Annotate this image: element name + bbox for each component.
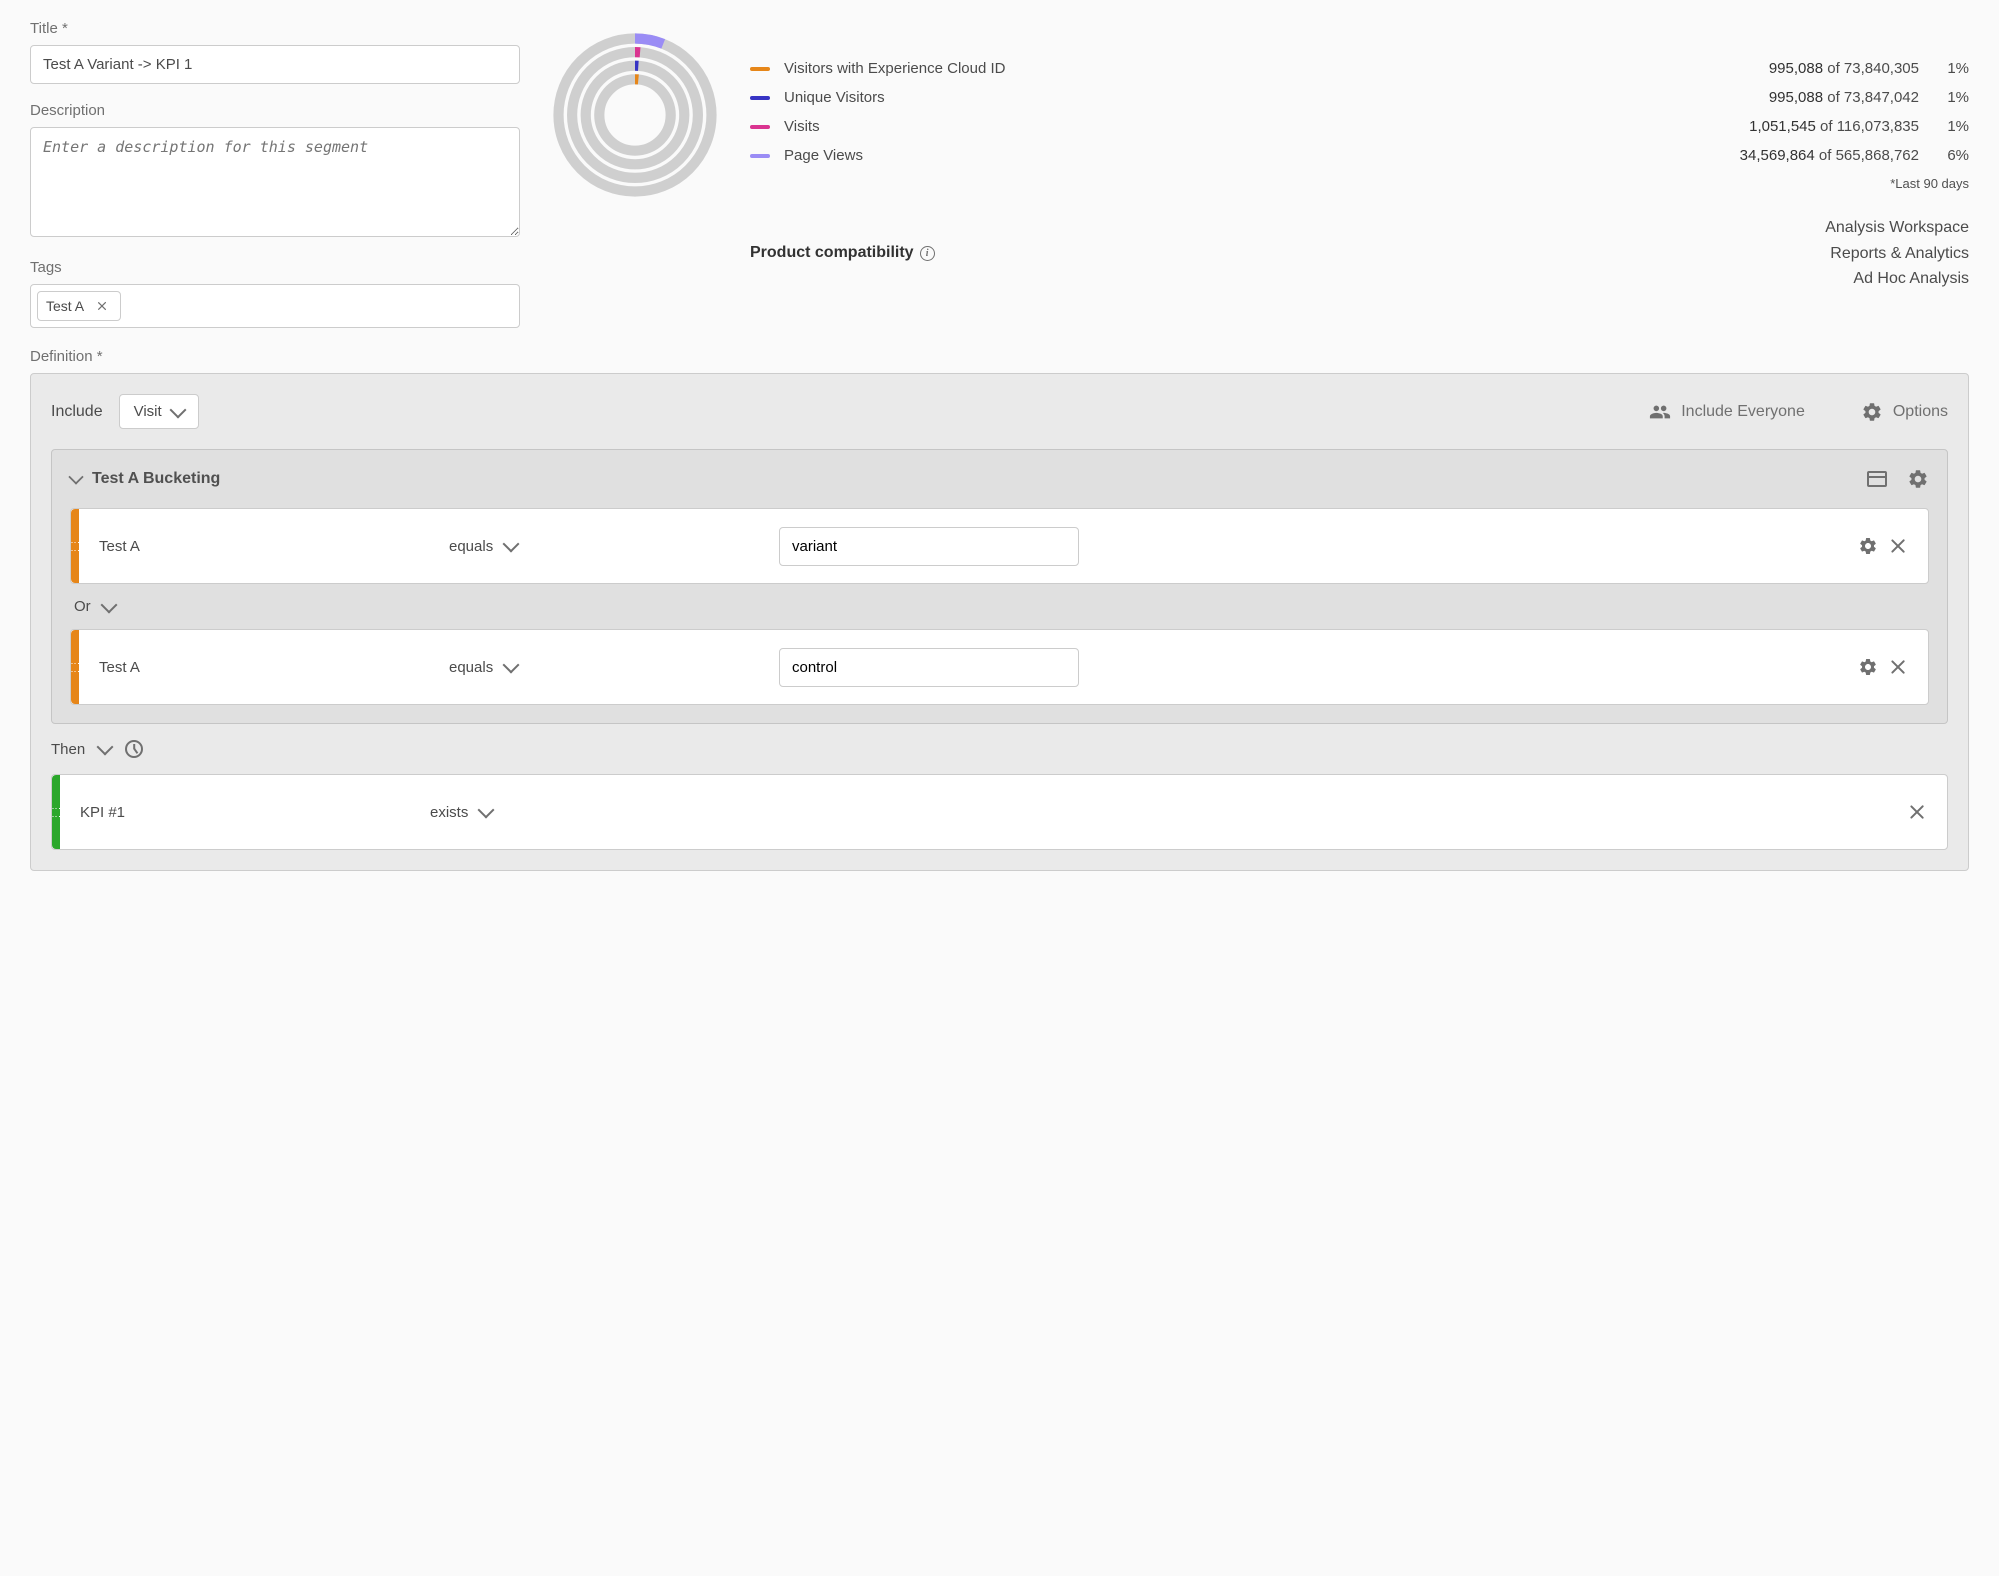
compat-item: Ad Hoc Analysis bbox=[1825, 266, 1969, 292]
gear-icon[interactable] bbox=[1858, 536, 1878, 556]
tag-chip[interactable]: Test A bbox=[37, 291, 121, 321]
legend-value: 1,051,545 of 116,073,835 bbox=[1749, 118, 1919, 135]
include-everyone-button[interactable]: Include Everyone bbox=[1649, 401, 1805, 423]
tags-label: Tags bbox=[30, 259, 520, 276]
legend-swatch bbox=[750, 154, 770, 158]
chevron-down-icon[interactable] bbox=[68, 469, 83, 484]
legend-percent: 1% bbox=[1933, 60, 1969, 77]
legend-value: 995,088 of 73,840,305 bbox=[1769, 60, 1919, 77]
chevron-down-icon[interactable] bbox=[97, 739, 114, 756]
product-compat-label: Product compatibility bbox=[750, 244, 914, 262]
legend-swatch bbox=[750, 67, 770, 71]
legend-value: 34,569,864 of 565,868,762 bbox=[1740, 147, 1919, 164]
rule-operator-value: equals bbox=[449, 659, 493, 676]
drag-handle[interactable]: ⋮⋮ bbox=[71, 509, 79, 583]
level-select-value: Visit bbox=[134, 403, 162, 420]
legend-swatch bbox=[750, 96, 770, 100]
description-input[interactable] bbox=[30, 127, 520, 237]
rule-row[interactable]: ⋮⋮ KPI #1 exists bbox=[51, 774, 1948, 850]
legend-percent: 6% bbox=[1933, 147, 1969, 164]
rule-group: Test A Bucketing ⋮⋮ Test A equals bbox=[51, 449, 1948, 724]
level-select[interactable]: Visit bbox=[119, 394, 199, 429]
chevron-down-icon bbox=[478, 802, 495, 819]
info-icon[interactable]: i bbox=[920, 246, 935, 261]
rule-operator-select[interactable]: equals bbox=[449, 659, 769, 676]
legend-row: Page Views 34,569,864 of 565,868,762 6% bbox=[750, 147, 1969, 164]
compat-item: Analysis Workspace bbox=[1825, 215, 1969, 241]
chevron-down-icon[interactable] bbox=[100, 596, 117, 613]
rule-value-input[interactable] bbox=[779, 527, 1079, 566]
options-button[interactable]: Options bbox=[1861, 401, 1948, 423]
legend-label: Page Views bbox=[784, 147, 1726, 164]
legend-note: *Last 90 days bbox=[750, 176, 1969, 191]
drag-handle[interactable]: ⋮⋮ bbox=[52, 775, 60, 849]
title-label: Title bbox=[30, 20, 520, 37]
window-icon[interactable] bbox=[1867, 471, 1887, 487]
legend-percent: 1% bbox=[1933, 89, 1969, 106]
legend-row: Visits 1,051,545 of 116,073,835 1% bbox=[750, 118, 1969, 135]
segment-preview-donut bbox=[550, 30, 720, 200]
rule-operator-select[interactable]: exists bbox=[430, 804, 750, 821]
or-operator-select[interactable]: Or bbox=[74, 598, 91, 615]
drag-handle[interactable]: ⋮⋮ bbox=[71, 630, 79, 704]
rule-dimension: Test A bbox=[99, 659, 439, 676]
chevron-down-icon bbox=[503, 536, 520, 553]
definition-container: Include Visit Include Everyone Options T… bbox=[30, 373, 1969, 871]
group-name: Test A Bucketing bbox=[92, 470, 220, 488]
legend-swatch bbox=[750, 125, 770, 129]
chevron-down-icon bbox=[169, 401, 186, 418]
legend-label: Visits bbox=[784, 118, 1735, 135]
rule-operator-value: equals bbox=[449, 538, 493, 555]
description-label: Description bbox=[30, 102, 520, 119]
gear-icon bbox=[1861, 401, 1883, 423]
rule-operator-value: exists bbox=[430, 804, 468, 821]
people-icon bbox=[1649, 401, 1671, 423]
rule-dimension: KPI #1 bbox=[80, 804, 420, 821]
close-icon[interactable] bbox=[1888, 657, 1908, 677]
rule-row[interactable]: ⋮⋮ Test A equals bbox=[70, 629, 1929, 705]
rule-dimension: Test A bbox=[99, 538, 439, 555]
legend-label: Visitors with Experience Cloud ID bbox=[784, 60, 1755, 77]
close-icon[interactable] bbox=[1907, 802, 1927, 822]
rule-operator-select[interactable]: equals bbox=[449, 538, 769, 555]
clock-icon[interactable] bbox=[125, 740, 143, 758]
title-input[interactable] bbox=[30, 45, 520, 84]
close-icon[interactable] bbox=[1888, 536, 1908, 556]
options-label: Options bbox=[1893, 403, 1948, 421]
legend-value: 995,088 of 73,847,042 bbox=[1769, 89, 1919, 106]
tag-chip-label: Test A bbox=[46, 298, 84, 314]
gear-icon[interactable] bbox=[1907, 468, 1929, 490]
chevron-down-icon bbox=[503, 657, 520, 674]
close-icon[interactable] bbox=[96, 300, 108, 312]
compat-item: Reports & Analytics bbox=[1825, 241, 1969, 267]
rule-row[interactable]: ⋮⋮ Test A equals bbox=[70, 508, 1929, 584]
include-everyone-label: Include Everyone bbox=[1681, 403, 1805, 421]
legend-label: Unique Visitors bbox=[784, 89, 1755, 106]
rule-value-input[interactable] bbox=[779, 648, 1079, 687]
legend-percent: 1% bbox=[1933, 118, 1969, 135]
definition-label: Definition bbox=[30, 348, 1969, 365]
legend-row: Visitors with Experience Cloud ID 995,088… bbox=[750, 60, 1969, 77]
include-label: Include bbox=[51, 403, 103, 421]
legend-row: Unique Visitors 995,088 of 73,847,042 1% bbox=[750, 89, 1969, 106]
gear-icon[interactable] bbox=[1858, 657, 1878, 677]
tags-input[interactable]: Test A bbox=[30, 284, 520, 328]
then-operator-select[interactable]: Then bbox=[51, 741, 85, 758]
